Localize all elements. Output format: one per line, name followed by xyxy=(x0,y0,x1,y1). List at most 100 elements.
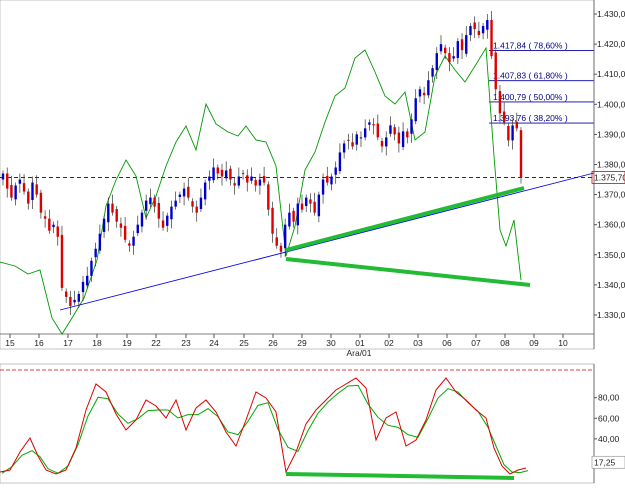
candle-body xyxy=(212,167,215,181)
candle-body xyxy=(502,111,506,123)
candle-body xyxy=(351,142,354,147)
price-tick-label: 1.350,00 xyxy=(597,250,625,260)
candle-body xyxy=(170,206,173,220)
date-tick-label: 10 xyxy=(558,338,568,348)
candle-body xyxy=(220,169,224,177)
price-tick-label: 1.370,00 xyxy=(597,190,625,200)
candle-body xyxy=(477,30,481,36)
candle-body xyxy=(283,224,287,249)
candle-body xyxy=(380,141,384,147)
stochastic-tick-label: 80,00 xyxy=(598,393,620,403)
candle-body xyxy=(473,22,476,30)
candle-body xyxy=(111,203,114,213)
candle-body xyxy=(229,168,232,180)
price-pane: 1.417,84 ( 78,60% ) 1.407,83 ( 61,80% ) 1.… xyxy=(0,0,625,358)
candle-body xyxy=(237,176,241,186)
candle-body xyxy=(187,186,190,198)
stochastic-tick-label: 60,00 xyxy=(598,413,620,423)
candle-body xyxy=(279,245,283,252)
candle-body xyxy=(275,237,278,246)
candle-body xyxy=(241,172,245,174)
candle-body xyxy=(465,35,468,54)
candle-body xyxy=(119,223,123,228)
candle-body xyxy=(157,203,161,219)
date-tick-label: 17 xyxy=(63,338,73,348)
candle-body xyxy=(52,224,55,228)
candle-body xyxy=(199,197,203,210)
candle-body xyxy=(39,192,43,213)
candle-body xyxy=(363,128,367,138)
candle-body xyxy=(166,215,169,226)
candle-body xyxy=(406,131,409,138)
candle-body xyxy=(452,56,455,59)
candle-body xyxy=(288,212,291,227)
candle-body xyxy=(443,47,447,54)
candle-body xyxy=(347,139,350,141)
date-tick-label: 08 xyxy=(500,338,510,348)
candle-body xyxy=(309,199,312,204)
candle-body xyxy=(498,91,502,114)
price-tick-label: 1.380,00 xyxy=(597,159,625,169)
date-tick-label: 19 xyxy=(122,338,132,348)
fib-level-label: 1.400,79 ( 50,00% ) xyxy=(493,92,568,102)
stochastic-tick-label: 40,00 xyxy=(598,434,620,444)
candle-body xyxy=(73,299,76,303)
date-tick-label: 26 xyxy=(268,338,278,348)
stochastic-pane: 20,0040,0060,0080,0017,25 xyxy=(0,363,625,484)
current-price-label: 1.375,70 xyxy=(594,172,625,182)
candle-body xyxy=(296,203,299,226)
candle-body xyxy=(86,275,89,286)
stochastic-value-label: 17,25 xyxy=(594,457,616,467)
candle-body xyxy=(195,206,198,213)
candle-body xyxy=(418,89,422,97)
candle-body xyxy=(258,179,262,186)
candle-body xyxy=(292,210,295,222)
date-tick-label: 16 xyxy=(34,338,44,348)
candle-body xyxy=(267,184,270,210)
price-pane-frame xyxy=(0,0,595,350)
candle-body xyxy=(233,183,236,186)
fib-level-label: 1.417,84 ( 78,60% ) xyxy=(493,41,568,51)
candle-body xyxy=(81,281,85,293)
candle-body xyxy=(507,125,510,141)
candle-body xyxy=(14,185,17,200)
date-tick-label: 22 xyxy=(151,338,161,348)
candle-body xyxy=(144,200,148,211)
price-tick-label: 1.340,00 xyxy=(597,280,625,290)
candle-body xyxy=(460,39,464,51)
candle-body xyxy=(60,234,64,288)
candle-body xyxy=(262,175,266,183)
stochastic-axis: 20,0040,0060,0080,0017,25 xyxy=(591,364,625,483)
candle-body xyxy=(123,225,127,240)
candle-body xyxy=(397,132,401,144)
candle-body xyxy=(174,200,177,207)
candle-body xyxy=(490,20,493,57)
candle-body xyxy=(64,291,68,297)
date-tick-label: 02 xyxy=(384,338,394,348)
price-tick-label: 1.430,00 xyxy=(597,9,625,19)
date-tick-label: 09 xyxy=(529,338,539,348)
price-tick-label: 1.360,00 xyxy=(597,220,625,230)
candle-body xyxy=(191,201,194,207)
candle-body xyxy=(448,53,451,63)
candle-body xyxy=(494,52,497,90)
month-label: Ara/01 xyxy=(346,348,371,358)
candle-body xyxy=(305,197,308,207)
candle-body xyxy=(519,130,523,178)
candle-body xyxy=(326,175,329,183)
candle-body xyxy=(225,170,228,179)
candle-body xyxy=(481,26,485,34)
candle-body xyxy=(153,197,156,207)
candle-body xyxy=(359,137,363,139)
candle-body xyxy=(22,183,26,192)
price-tick-label: 1.420,00 xyxy=(597,39,625,49)
candle-body xyxy=(372,124,375,126)
candle-body xyxy=(456,41,460,58)
date-tick-label: 01 xyxy=(355,338,365,348)
candle-body xyxy=(427,80,430,96)
candle-body xyxy=(254,180,257,186)
candle-body xyxy=(439,44,443,52)
candle-body xyxy=(368,122,371,125)
candle-body xyxy=(401,131,405,148)
date-tick-label: 18 xyxy=(92,338,102,348)
